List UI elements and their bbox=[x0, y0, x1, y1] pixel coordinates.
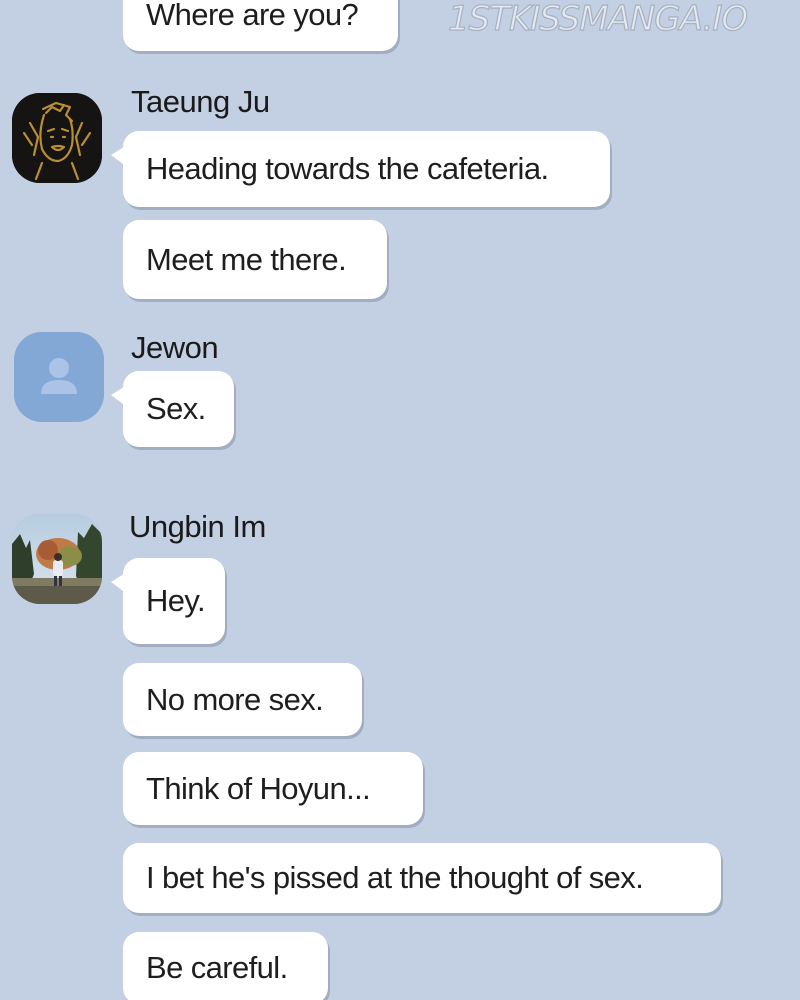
message-text: Think of Hoyun... bbox=[146, 770, 371, 806]
message-bubble[interactable]: Be careful. bbox=[123, 932, 328, 1000]
message-bubble[interactable]: Think of Hoyun... bbox=[123, 752, 423, 825]
message-bubble[interactable]: Heading towards the cafeteria. bbox=[111, 131, 610, 207]
sender-name: Jewon bbox=[131, 330, 219, 365]
watermark: 1STKISSMANGA.IO bbox=[447, 0, 748, 40]
message-bubble[interactable]: Where are you? bbox=[123, 0, 398, 51]
message-text: Sex. bbox=[146, 391, 206, 426]
message-bubble[interactable]: Sex. bbox=[111, 371, 234, 447]
message-text: Meet me there. bbox=[146, 241, 347, 277]
message-text: Be careful. bbox=[146, 950, 288, 985]
sender-name: Taeung Ju bbox=[131, 84, 270, 119]
message-text: No more sex. bbox=[146, 681, 324, 717]
park-photo-icon bbox=[12, 514, 102, 604]
avatar-ungbin-im[interactable] bbox=[12, 514, 102, 604]
avatar-taeung-ju[interactable] bbox=[12, 93, 102, 183]
message-text: Heading towards the cafeteria. bbox=[146, 151, 549, 186]
message-text: Where are you? bbox=[146, 0, 359, 32]
sender-name: Ungbin Im bbox=[129, 509, 266, 544]
message-text: I bet he's pissed at the thought of sex. bbox=[146, 860, 644, 895]
sketch-face-icon bbox=[12, 93, 102, 183]
message-bubble[interactable]: Hey. bbox=[111, 558, 225, 644]
message-bubble[interactable]: No more sex. bbox=[123, 663, 362, 736]
message-bubble[interactable]: Meet me there. bbox=[123, 220, 387, 299]
chat-window[interactable]: 1STKISSMANGA.IO Where are you? Taeung Ju… bbox=[0, 0, 800, 1000]
message-bubble[interactable]: I bet he's pissed at the thought of sex. bbox=[123, 843, 721, 913]
message-text: Hey. bbox=[146, 583, 206, 618]
default-person-icon bbox=[14, 332, 104, 422]
avatar-jewon[interactable] bbox=[14, 332, 104, 422]
